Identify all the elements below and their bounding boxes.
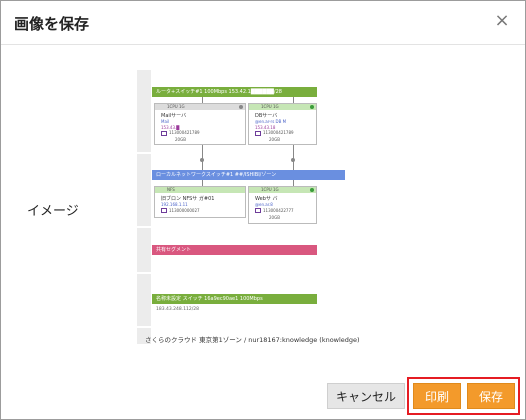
preview-lane	[137, 70, 151, 152]
segment-label: ルータ+スイッチ#1 100Mbps 153.42.1██████/28	[156, 89, 282, 95]
disk-size: 20GB	[269, 215, 280, 220]
router-switch-segment: ルータ+スイッチ#1 100Mbps 153.42.1██████/28	[152, 87, 317, 97]
server-spec: NFS	[167, 187, 175, 192]
disk-size: 20GB	[269, 137, 280, 142]
disk-icon	[255, 208, 261, 213]
connector-knob	[291, 158, 295, 162]
disk-size: 20GB	[175, 137, 186, 142]
disk-id: 113000000027	[169, 208, 200, 213]
disk-id: 113000422777	[263, 208, 294, 213]
connector	[202, 144, 203, 170]
preview-lane	[137, 154, 151, 226]
server-name: Webサ バ	[255, 196, 278, 202]
segment-label: 名称未設定 スイッチ 16a9ec90ae1 100Mbps	[156, 296, 263, 302]
image-label: イメージ	[27, 204, 79, 219]
local-network-switch-segment: ローカルネットワークスイッチ#1 ##/ISHIBI/ゾーン	[152, 170, 345, 180]
dialog-title: 画像を保存	[14, 15, 90, 33]
server-ip: 192.168.1.11	[161, 202, 188, 207]
save-button[interactable]: 保存	[467, 383, 515, 409]
server-spec: 1CPU 1G	[261, 104, 279, 109]
disk-icon	[161, 131, 167, 136]
server-spec: 1CPU 1G	[167, 104, 185, 109]
network-map-preview: ルータ+スイッチ#1 100Mbps 153.42.1██████/28 1CP…	[135, 70, 383, 345]
dialog-header: 画像を保存 ×	[1, 1, 525, 45]
segment-label: ローカルネットワークスイッチ#1 ##/ISHIBI/ゾーン	[156, 172, 277, 178]
server-name: Mailサーバ	[161, 113, 187, 119]
disk-icon	[255, 131, 261, 136]
server-ip: @en.ar.8	[255, 202, 273, 207]
server-card-db[interactable]: 1CPU 1G DBサーバ @en.ar-rs DB M 153.43.18 1…	[248, 103, 317, 145]
connector	[293, 144, 294, 170]
disk-id: 113000421789	[169, 130, 200, 135]
save-image-dialog: 画像を保存 × イメージ ルータ+スイッチ#1 100Mbps 153.42.1…	[0, 0, 526, 420]
server-status-bar: NFS	[155, 187, 245, 193]
zone-caption: さくらのクラウド 東京第1ゾーン / nur18167:knowledge (k…	[145, 336, 360, 344]
segment-label: 共有セグメント	[156, 247, 192, 253]
server-card-nfs[interactable]: NFS 旧ブロン NFSサ ガ#01 192.168.1.11 11300000…	[154, 186, 246, 218]
unnamed-switch-segment: 名称未設定 スイッチ 16a9ec90ae1 100Mbps 183.43.24…	[152, 294, 317, 312]
server-status-bar: 1CPU 1G	[249, 187, 316, 193]
cancel-button[interactable]: キャンセル	[327, 383, 405, 409]
disk-id: 113000421789	[263, 130, 294, 135]
segment-subnet: 183.43.248.112/28	[156, 307, 200, 312]
power-status-icon	[310, 105, 314, 109]
server-name: DBサーバ	[255, 113, 278, 119]
server-status-bar: 1CPU 1G	[155, 104, 245, 110]
server-card-mail[interactable]: 1CPU 1G Mailサーバ Mail 153.43.█ 1130004217…	[154, 103, 246, 145]
server-spec: 1CPU 1G	[261, 187, 279, 192]
server-status-bar: 1CPU 1G	[249, 104, 316, 110]
close-icon[interactable]: ×	[491, 10, 513, 32]
power-status-icon	[310, 188, 314, 192]
server-card-web[interactable]: 1CPU 1G Webサ バ @en.ar.8 113000422777 20G…	[248, 186, 317, 224]
preview-lane	[137, 274, 151, 326]
connector-knob	[200, 158, 204, 162]
server-name: 旧ブロン NFSサ ガ#01	[161, 196, 215, 202]
preview-lane	[137, 228, 151, 272]
power-status-icon	[239, 105, 243, 109]
shared-segment: 共有セグメント	[152, 245, 317, 255]
print-button[interactable]: 印刷	[413, 383, 461, 409]
disk-icon	[161, 208, 167, 213]
server-ip: Mail	[161, 119, 170, 124]
server-ip: @en.ar-rs DB M	[255, 119, 287, 124]
